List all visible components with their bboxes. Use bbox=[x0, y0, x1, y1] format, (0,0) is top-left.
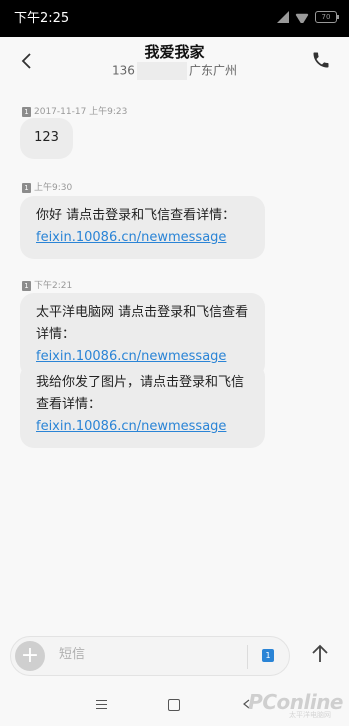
message-link[interactable]: feixin.10086.cn/newmessage bbox=[36, 419, 226, 434]
message-text: 你好 请点击登录和飞信查看详情： bbox=[36, 208, 236, 223]
sim-card-icon: 1 bbox=[22, 107, 31, 117]
composer-bar: + 1 bbox=[0, 630, 349, 686]
message-text: 123 bbox=[34, 130, 59, 145]
message-link[interactable]: feixin.10086.cn/newmessage bbox=[36, 349, 226, 364]
add-attachment-button[interactable]: + bbox=[15, 641, 45, 671]
message-link[interactable]: feixin.10086.cn/newmessage bbox=[36, 230, 226, 245]
message-timestamp: 1 下午2:21 bbox=[22, 280, 72, 292]
message-text: 太平洋电脑网 请点击登录和飞信查看详情： bbox=[36, 305, 249, 342]
message-timestamp: 1 上午9:30 bbox=[22, 182, 72, 194]
phone-icon[interactable] bbox=[311, 50, 331, 70]
number-mask bbox=[136, 62, 187, 80]
sim-select-button[interactable]: 1 bbox=[262, 649, 274, 662]
message-text: 我给你发了图片，请点击登录和飞信查看详情： bbox=[36, 375, 245, 412]
number-prefix: 136 bbox=[112, 63, 135, 78]
message-bubble[interactable]: 你好 请点击登录和飞信查看详情： feixin.10086.cn/newmess… bbox=[20, 196, 265, 259]
message-bubble[interactable]: 123 bbox=[20, 118, 73, 159]
battery-icon: 70 bbox=[315, 11, 339, 23]
sim-card-icon: 1 bbox=[22, 183, 31, 193]
contact-number: 136 广东广州 bbox=[0, 62, 349, 80]
status-icons: 70 bbox=[277, 11, 339, 23]
home-icon[interactable] bbox=[168, 699, 180, 711]
timestamp-label: 2017-11-17 上午9:23 bbox=[34, 107, 128, 117]
message-timestamp: 1 2017-11-17 上午9:23 bbox=[22, 106, 127, 118]
conversation-header: 我爱我家 136 广东广州 bbox=[0, 37, 349, 85]
menu-icon[interactable] bbox=[96, 700, 107, 710]
timestamp-label: 上午9:30 bbox=[34, 183, 73, 193]
message-bubble[interactable]: 我给你发了图片，请点击登录和飞信查看详情： feixin.10086.cn/new… bbox=[20, 363, 265, 448]
status-bar: 下午2:25 70 bbox=[0, 0, 349, 37]
composer-box: + 1 bbox=[10, 636, 290, 676]
plus-icon: + bbox=[20, 643, 40, 668]
contact-name: 我爱我家 bbox=[144, 43, 205, 61]
status-time: 下午2:25 bbox=[14, 11, 70, 26]
wifi-icon bbox=[295, 11, 309, 23]
composer-divider bbox=[247, 645, 248, 669]
sim-card-icon: 1 bbox=[22, 281, 31, 291]
watermark-subtitle: 太平洋电脑网 bbox=[289, 711, 331, 719]
sms-input[interactable] bbox=[59, 647, 209, 662]
signal-icon bbox=[277, 11, 289, 23]
contact-location: 广东广州 bbox=[188, 63, 237, 78]
timestamp-label: 下午2:21 bbox=[34, 281, 73, 291]
arrow-up-icon[interactable] bbox=[308, 642, 332, 666]
